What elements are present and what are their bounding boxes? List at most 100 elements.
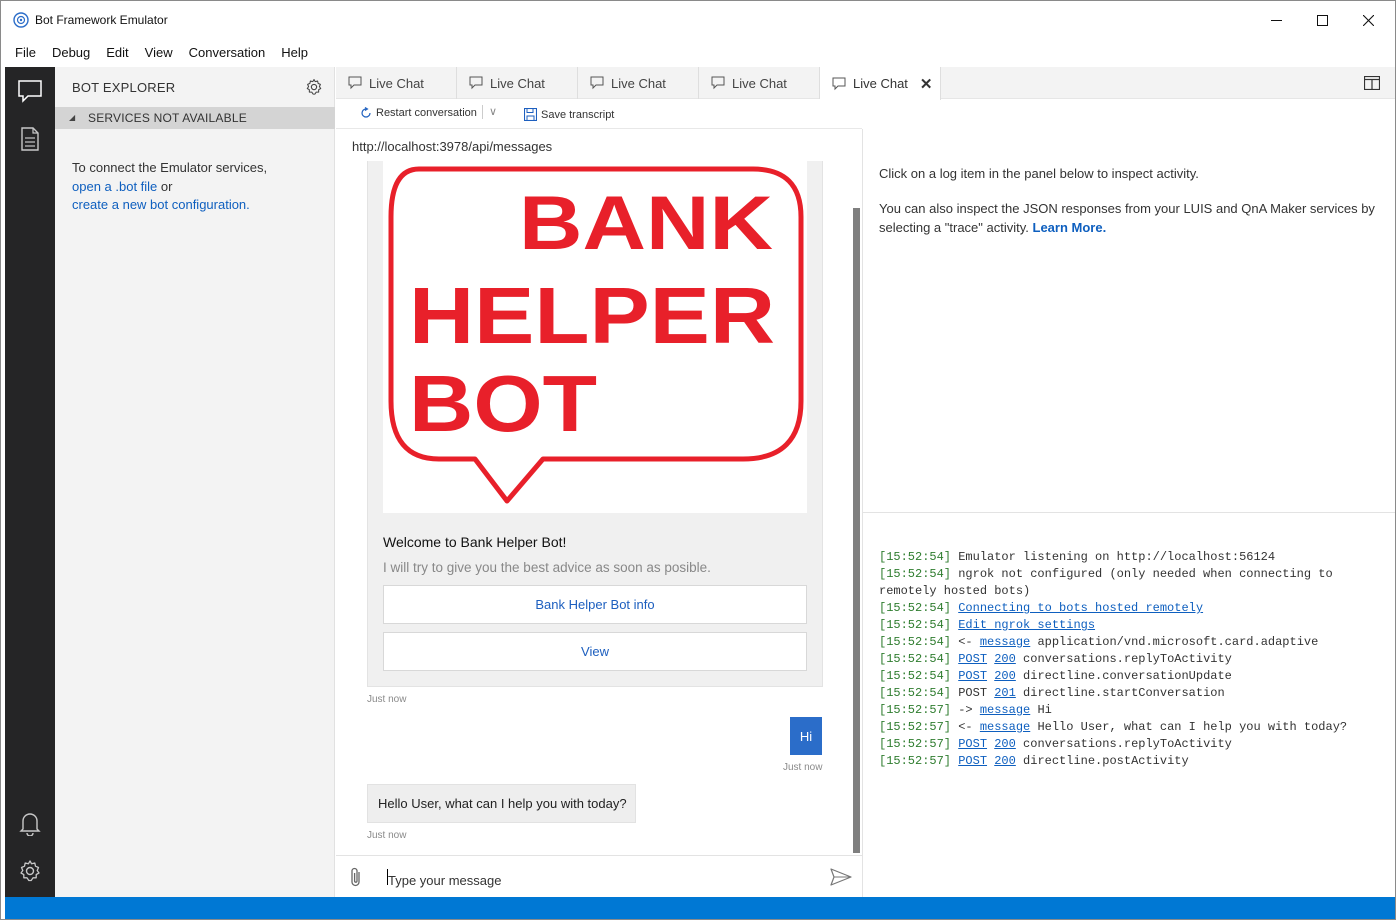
explorer-instructions: To connect the Emulator services, open a… (72, 159, 322, 215)
log-text: conversations.replyToActivity (1015, 737, 1232, 751)
learn-more-link[interactable]: Learn More. (1033, 220, 1107, 235)
tab-bar: Live Chat Live Chat Live Chat Live Chat … (336, 67, 1395, 100)
caret-down-icon: ◢ (69, 113, 76, 122)
create-bot-config-link[interactable]: create a new bot configuration. (72, 197, 250, 212)
send-icon[interactable] (830, 868, 852, 886)
chat-icon (832, 77, 846, 90)
restart-label: Restart conversation (376, 107, 477, 119)
bell-icon (19, 813, 41, 836)
activity-chat-button[interactable] (5, 67, 55, 115)
log-text: POST (951, 686, 995, 700)
bot-framework-icon (13, 12, 29, 28)
log-link[interactable]: Connecting to bots hosted remotely (958, 601, 1203, 615)
document-icon (21, 127, 39, 151)
log-entry: [15:52:54] ngrok not configured (only ne… (879, 566, 1389, 600)
log-text: application/vnd.microsoft.card.adaptive (1030, 635, 1319, 649)
close-button[interactable] (1345, 1, 1391, 39)
tab-live-chat-2[interactable]: Live Chat (457, 67, 578, 99)
log-text: directline.conversationUpdate (1015, 669, 1232, 683)
log-entry: [15:52:54] Emulator listening on http://… (879, 549, 1389, 566)
status-bar (5, 897, 1395, 919)
log-text: Hi (1030, 703, 1052, 717)
bank-helper-bot-logo: BANK HELPER BOT (383, 161, 807, 513)
tab-live-chat-3[interactable]: Live Chat (578, 67, 699, 99)
gear-icon[interactable] (305, 78, 323, 96)
menu-conversation[interactable]: Conversation (181, 39, 274, 67)
chevron-down-icon[interactable]: ∨ (482, 105, 497, 119)
tab-close-icon[interactable]: ✕ (920, 75, 933, 93)
chat-scrollbar-thumb[interactable] (853, 208, 860, 853)
menu-debug[interactable]: Debug (44, 39, 98, 67)
log-link[interactable]: Edit ngrok settings (958, 618, 1095, 632)
tab-live-chat-5-active[interactable]: Live Chat ✕ (820, 67, 941, 100)
log-link[interactable]: 200 (994, 737, 1016, 751)
inspector-description: You can also inspect the JSON responses … (879, 200, 1379, 237)
log-link[interactable]: message (980, 720, 1030, 734)
menu-file[interactable]: File (7, 39, 44, 67)
tab-label: Live Chat (732, 75, 787, 91)
log-link[interactable]: message (980, 635, 1030, 649)
explorer-text-or: or (160, 178, 173, 194)
restart-conversation-button[interactable]: Restart conversation (360, 107, 477, 119)
chat-icon (18, 80, 42, 103)
view-button[interactable]: View (383, 632, 807, 671)
log-timestamp: [15:52:54] (879, 686, 952, 700)
message-timestamp: Just now (367, 830, 407, 841)
explorer-title: BOT EXPLORER (72, 80, 176, 95)
log-timestamp: [15:52:54] (879, 618, 952, 632)
log-link[interactable]: 201 (994, 686, 1016, 700)
menu-help[interactable]: Help (273, 39, 316, 67)
log-link[interactable]: POST (958, 652, 987, 666)
activity-settings-button[interactable] (5, 847, 55, 895)
tab-label: Live Chat (611, 75, 666, 91)
tab-label: Live Chat (490, 75, 545, 91)
log-link[interactable]: 200 (994, 669, 1016, 683)
log-text: Emulator listening on http://localhost:5… (951, 550, 1276, 564)
log-entry: [15:52:54] POST 200 directline.conversat… (879, 668, 1389, 685)
activity-transcript-button[interactable] (5, 115, 55, 163)
tab-live-chat-1[interactable]: Live Chat (336, 67, 457, 99)
log-text: conversations.replyToActivity (1015, 652, 1232, 666)
log-link[interactable]: POST (958, 754, 987, 768)
logo-text-line: BOT (409, 359, 597, 448)
log-link[interactable]: message (980, 703, 1030, 717)
chat-icon (348, 76, 362, 90)
menu-edit[interactable]: Edit (98, 39, 136, 67)
save-transcript-button[interactable]: Save transcript (524, 108, 614, 121)
log-timestamp: [15:52:57] (879, 754, 952, 768)
chat-icon (711, 76, 725, 90)
title-bar: Bot Framework Emulator (1, 1, 1395, 39)
log-entry: [15:52:54] Connecting to bots hosted rem… (879, 600, 1389, 617)
log-link[interactable]: POST (958, 737, 987, 751)
services-section-header[interactable]: ◢ SERVICES NOT AVAILABLE (55, 107, 335, 129)
log-link[interactable]: 200 (994, 652, 1016, 666)
logo-text-line: BANK (519, 181, 773, 266)
log-timestamp: [15:52:57] (879, 720, 952, 734)
bot-explorer-panel: BOT EXPLORER ◢ SERVICES NOT AVAILABLE To… (55, 67, 335, 897)
endpoint-url: http://localhost:3978/api/messages (352, 139, 553, 154)
bank-helper-bot-info-button[interactable]: Bank Helper Bot info (383, 585, 807, 624)
tab-live-chat-4[interactable]: Live Chat (699, 67, 820, 99)
log-text: <- (951, 635, 980, 649)
maximize-button[interactable] (1299, 1, 1345, 39)
log-entry: [15:52:54] Edit ngrok settings (879, 617, 1389, 634)
bot-message-bubble: Hello User, what can I help you with tod… (367, 784, 636, 823)
log-timestamp: [15:52:54] (879, 550, 952, 564)
log-entry: [15:52:54] <- message application/vnd.mi… (879, 634, 1389, 651)
activity-bar (5, 67, 55, 897)
split-view-icon[interactable] (1364, 76, 1380, 90)
log-entry: [15:52:54] POST 200 conversations.replyT… (879, 651, 1389, 668)
open-bot-file-link[interactable]: open a .bot file (72, 179, 157, 194)
log-link[interactable]: POST (958, 669, 987, 683)
log-link[interactable]: 200 (994, 754, 1016, 768)
app-window: Bot Framework Emulator File Debug Edit V… (0, 0, 1396, 920)
paperclip-icon[interactable] (348, 866, 364, 888)
minimize-button[interactable] (1253, 1, 1299, 39)
message-input[interactable] (388, 864, 818, 890)
activity-notifications-button[interactable] (5, 799, 55, 847)
log-text: Hello User, what can I help you with tod… (1030, 720, 1348, 734)
restart-icon (361, 107, 371, 118)
logo-text-line: HELPER (409, 271, 775, 360)
chat-toolbar: Restart conversation ∨ Save transcript (336, 99, 862, 129)
menu-view[interactable]: View (137, 39, 181, 67)
